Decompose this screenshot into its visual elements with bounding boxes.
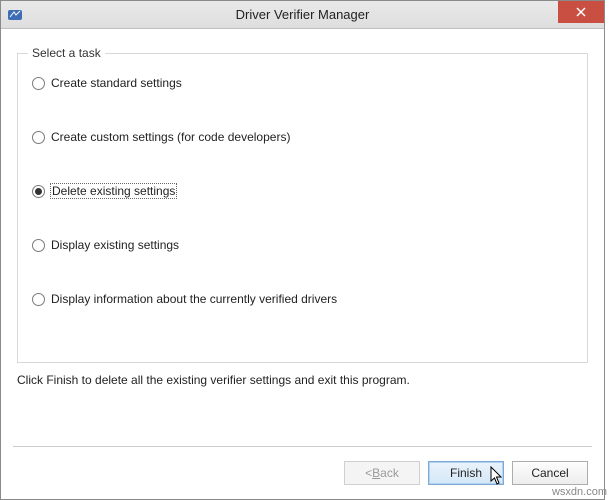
radio-icon [32, 77, 45, 90]
back-underline: B [372, 466, 380, 480]
back-rest: ack [380, 466, 399, 480]
separator-line [13, 446, 592, 447]
groupbox-label: Select a task [28, 46, 105, 60]
back-button: < Back [344, 461, 420, 485]
window-title: Driver Verifier Manager [1, 7, 604, 22]
radio-label: Delete existing settings [51, 184, 176, 198]
back-prefix: < [365, 466, 372, 480]
radio-label: Display information about the currently … [51, 292, 337, 306]
radio-label: Create standard settings [51, 76, 182, 90]
cancel-label: Cancel [531, 466, 568, 480]
radio-create-standard[interactable]: Create standard settings [32, 76, 573, 90]
finish-button[interactable]: Finish [428, 461, 504, 485]
radio-delete-existing[interactable]: Delete existing settings [32, 184, 573, 198]
window-frame: Driver Verifier Manager Select a task Cr… [0, 0, 605, 500]
radio-icon [32, 293, 45, 306]
finish-label: Finish [450, 466, 482, 480]
app-icon [7, 7, 23, 23]
radio-icon [32, 185, 45, 198]
instruction-text: Click Finish to delete all the existing … [17, 373, 588, 387]
titlebar: Driver Verifier Manager [1, 1, 604, 29]
watermark: wsxdn.com [552, 486, 607, 498]
radio-icon [32, 239, 45, 252]
radio-label: Create custom settings (for code develop… [51, 130, 290, 144]
radio-display-existing[interactable]: Display existing settings [32, 238, 573, 252]
radio-display-info[interactable]: Display information about the currently … [32, 292, 573, 306]
cancel-button[interactable]: Cancel [512, 461, 588, 485]
button-row: < Back Finish Cancel [344, 461, 588, 485]
task-groupbox: Select a task Create standard settings C… [17, 53, 588, 363]
radio-icon [32, 131, 45, 144]
radio-label: Display existing settings [51, 238, 179, 252]
radio-create-custom[interactable]: Create custom settings (for code develop… [32, 130, 573, 144]
client-area: Select a task Create standard settings C… [1, 29, 604, 387]
close-button[interactable] [558, 1, 604, 23]
close-icon [576, 7, 586, 17]
